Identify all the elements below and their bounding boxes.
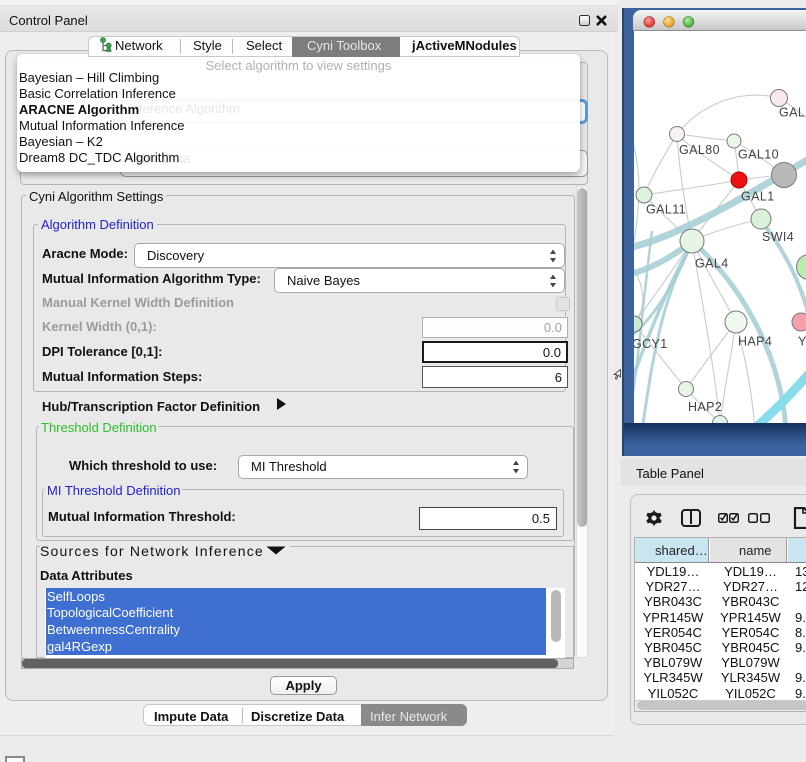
svg-text:GAL11: GAL11	[646, 203, 686, 217]
svg-text:HAP4: HAP4	[738, 335, 772, 349]
svg-text:Y: Y	[798, 335, 806, 349]
svg-text:GAL7: GAL7	[779, 106, 806, 120]
svg-text:GAL80: GAL80	[679, 143, 720, 157]
svg-text:GCY1: GCY1	[634, 337, 668, 351]
svg-text:HAP2: HAP2	[688, 400, 722, 414]
svg-text:SWI4: SWI4	[762, 230, 794, 244]
svg-text:GAL4: GAL4	[695, 257, 729, 271]
svg-text:GAL10: GAL10	[738, 148, 779, 162]
svg-text:GAL1: GAL1	[741, 190, 775, 204]
